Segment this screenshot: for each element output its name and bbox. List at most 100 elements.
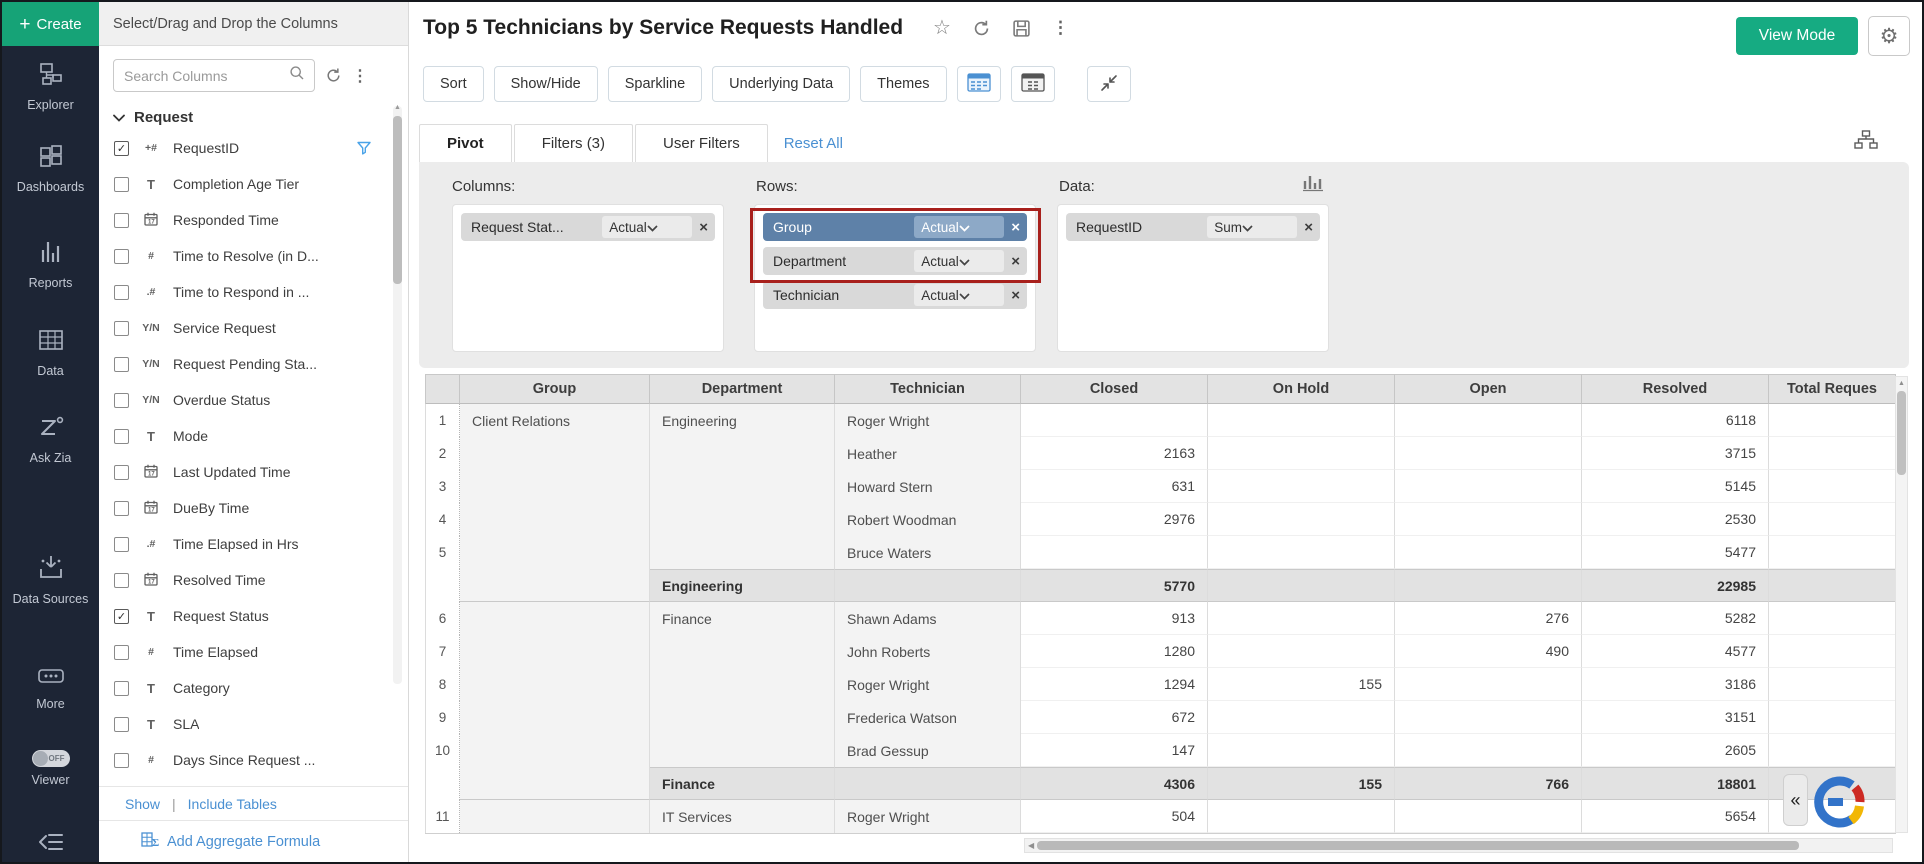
field-checkbox[interactable] bbox=[114, 717, 129, 732]
view-mode-button[interactable]: View Mode bbox=[1736, 17, 1858, 55]
tab-pivot[interactable]: Pivot bbox=[419, 124, 512, 162]
mini-chart-icon[interactable] bbox=[1302, 174, 1324, 197]
toolbar-button-show-hide[interactable]: Show/Hide bbox=[494, 66, 598, 102]
field-checkbox[interactable] bbox=[114, 249, 129, 264]
field-row[interactable]: Y/NService Request bbox=[99, 310, 408, 346]
include-tables-link[interactable]: Include Tables bbox=[188, 796, 277, 812]
subtotal-row[interactable]: Finance430615576618801 bbox=[425, 767, 1896, 800]
save-icon[interactable] bbox=[1012, 19, 1031, 38]
column-header[interactable]: Total Reques bbox=[1769, 374, 1896, 404]
pivot-tabular-view-button[interactable] bbox=[1011, 66, 1055, 102]
collapse-panel-button[interactable] bbox=[1087, 66, 1131, 102]
scroll-up-icon[interactable]: ▲ bbox=[1896, 377, 1907, 387]
table-row[interactable]: 10Brad Gessup1472605 bbox=[425, 734, 1896, 767]
table-row[interactable]: 3Howard Stern6315145 bbox=[425, 470, 1896, 503]
field-checkbox[interactable] bbox=[114, 321, 129, 336]
sidebar-item-more[interactable]: More bbox=[2, 667, 99, 712]
field-row[interactable]: TCompletion Age Tier bbox=[99, 166, 408, 202]
field-checkbox[interactable]: ✓ bbox=[114, 609, 129, 624]
field-checkbox[interactable] bbox=[114, 681, 129, 696]
search-input[interactable] bbox=[124, 68, 289, 84]
sidebar-collapse-button[interactable] bbox=[2, 832, 99, 857]
subtotal-row[interactable]: Engineering577022985 bbox=[425, 569, 1896, 602]
field-row[interactable]: #Time to Resolve (in D... bbox=[99, 238, 408, 274]
column-header[interactable] bbox=[426, 374, 460, 404]
field-checkbox[interactable] bbox=[114, 357, 129, 372]
field-checkbox[interactable] bbox=[114, 465, 129, 480]
chip-aggregate-dropdown[interactable]: Sum bbox=[1207, 216, 1297, 238]
table-row[interactable]: 7John Roberts12804904577 bbox=[425, 635, 1896, 668]
extension-collapse-button[interactable]: « bbox=[1783, 774, 1808, 826]
v-scrollbar-thumb[interactable] bbox=[1897, 391, 1906, 475]
sidebar-item-explorer[interactable]: Explorer bbox=[2, 62, 99, 113]
table-row[interactable]: 11IT ServicesRoger Wright5045654 bbox=[425, 800, 1896, 833]
pivot-chip-request-stat-[interactable]: Request Stat...Actual× bbox=[461, 213, 715, 241]
sidebar-item-data[interactable]: Data bbox=[2, 328, 99, 379]
scrollbar-thumb[interactable] bbox=[393, 116, 402, 284]
table-horizontal-scrollbar[interactable]: ◀ bbox=[1024, 838, 1893, 853]
sidebar-item-dashboards[interactable]: Dashboards bbox=[2, 144, 99, 195]
chip-remove-icon[interactable]: × bbox=[1011, 288, 1020, 303]
pivot-compact-view-button[interactable] bbox=[957, 66, 1001, 102]
toolbar-button-underlying-data[interactable]: Underlying Data bbox=[712, 66, 850, 102]
column-header[interactable]: Technician bbox=[835, 374, 1021, 404]
pivot-chip-requestid[interactable]: RequestIDSum× bbox=[1066, 213, 1320, 241]
field-row[interactable]: 17Resolved Time bbox=[99, 562, 408, 598]
title-more-menu-icon[interactable]: ⋮ bbox=[1052, 18, 1069, 38]
table-row[interactable]: 4Robert Woodman29762530 bbox=[425, 503, 1896, 536]
field-row[interactable]: Y/NOverdue Status bbox=[99, 382, 408, 418]
field-checkbox[interactable] bbox=[114, 429, 129, 444]
toolbar-button-sort[interactable]: Sort bbox=[423, 66, 484, 102]
column-header[interactable]: Open bbox=[1395, 374, 1582, 404]
field-row[interactable]: TMode bbox=[99, 418, 408, 454]
column-header[interactable]: Closed bbox=[1021, 374, 1208, 404]
field-checkbox[interactable]: ✓ bbox=[114, 141, 129, 156]
column-header[interactable]: Group bbox=[460, 374, 650, 404]
field-checkbox[interactable] bbox=[114, 393, 129, 408]
scroll-left-icon[interactable]: ◀ bbox=[1025, 841, 1037, 850]
field-checkbox[interactable] bbox=[114, 177, 129, 192]
filter-funnel-icon[interactable] bbox=[356, 140, 372, 159]
field-row[interactable]: ✓+#RequestID bbox=[99, 130, 408, 166]
field-row[interactable]: .#Time to Respond in ... bbox=[99, 274, 408, 310]
data-drop-zone[interactable]: RequestIDSum× bbox=[1057, 204, 1329, 352]
field-row[interactable]: Y/NRequest Pending Sta... bbox=[99, 346, 408, 382]
field-checkbox[interactable] bbox=[114, 645, 129, 660]
rows-drop-zone[interactable]: GroupActual×DepartmentActual×TechnicianA… bbox=[754, 204, 1036, 352]
add-aggregate-formula-button[interactable]: Σ Add Aggregate Formula bbox=[99, 820, 408, 862]
chip-remove-icon[interactable]: × bbox=[1011, 254, 1020, 269]
field-row[interactable]: TCategory bbox=[99, 670, 408, 706]
toolbar-button-sparkline[interactable]: Sparkline bbox=[608, 66, 702, 102]
table-row[interactable]: 1Client RelationsEngineeringRoger Wright… bbox=[425, 404, 1896, 437]
search-box[interactable] bbox=[113, 59, 315, 92]
chip-aggregate-dropdown[interactable]: Actual bbox=[914, 250, 1004, 272]
reset-all-link[interactable]: Reset All bbox=[784, 124, 843, 162]
table-vertical-scrollbar[interactable]: ▲ bbox=[1895, 376, 1908, 833]
show-link[interactable]: Show bbox=[125, 796, 160, 812]
chip-aggregate-dropdown[interactable]: Actual bbox=[914, 216, 1004, 238]
refresh-columns-icon[interactable] bbox=[325, 67, 342, 84]
field-list-scrollbar[interactable]: ▲ bbox=[393, 106, 402, 684]
field-row[interactable]: #Time Elapsed bbox=[99, 634, 408, 670]
field-checkbox[interactable] bbox=[114, 537, 129, 552]
pivot-chip-group[interactable]: GroupActual× bbox=[763, 213, 1027, 241]
extension-logo-icon[interactable] bbox=[1811, 774, 1867, 830]
sidebar-item-ask-zia[interactable]: Ask Zia bbox=[2, 415, 99, 466]
field-checkbox[interactable] bbox=[114, 213, 129, 228]
column-header[interactable]: Resolved bbox=[1582, 374, 1769, 404]
favorite-star-icon[interactable]: ☆ bbox=[933, 18, 951, 38]
columns-more-menu-icon[interactable]: ⋮ bbox=[352, 66, 368, 86]
viewer-toggle[interactable]: OFF bbox=[32, 750, 70, 767]
refresh-report-icon[interactable] bbox=[972, 19, 991, 38]
columns-drop-zone[interactable]: Request Stat...Actual× bbox=[452, 204, 724, 352]
chip-remove-icon[interactable]: × bbox=[1304, 220, 1313, 235]
field-row[interactable]: ✓TRequest Status bbox=[99, 598, 408, 634]
chip-remove-icon[interactable]: × bbox=[699, 220, 708, 235]
field-row[interactable]: #Days Since Request ... bbox=[99, 742, 408, 778]
table-row[interactable]: 6FinanceShawn Adams9132765282 bbox=[425, 602, 1896, 635]
pivot-chip-department[interactable]: DepartmentActual× bbox=[763, 247, 1027, 275]
field-row[interactable]: TSLA bbox=[99, 706, 408, 742]
field-row[interactable]: 17Responded Time bbox=[99, 202, 408, 238]
table-row[interactable]: 8Roger Wright12941553186 bbox=[425, 668, 1896, 701]
chip-aggregate-dropdown[interactable]: Actual bbox=[914, 284, 1004, 306]
